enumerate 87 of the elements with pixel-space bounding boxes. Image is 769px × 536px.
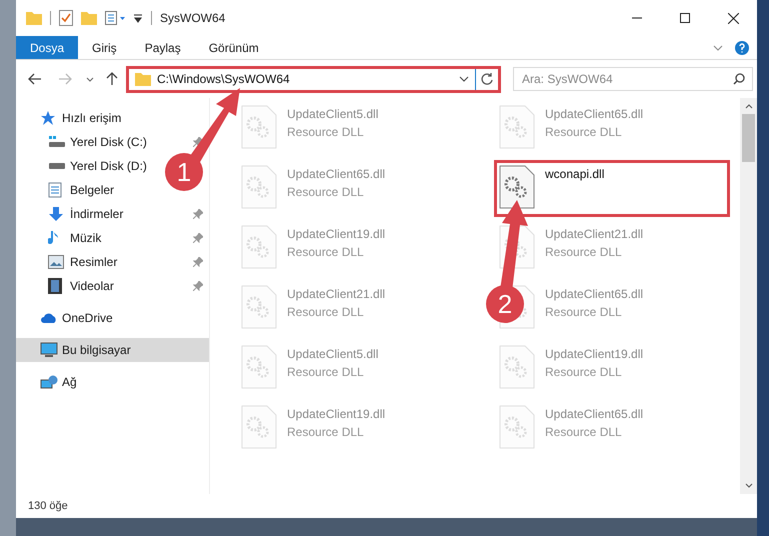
film-icon	[48, 278, 62, 294]
search-icon[interactable]	[733, 73, 745, 85]
document-icon	[48, 182, 62, 198]
file-name: UpdateClient5.dll	[287, 106, 378, 123]
gear-file-icon	[241, 105, 277, 149]
file-type: Resource DLL	[545, 124, 623, 141]
item-count: 130 öğe	[28, 498, 68, 514]
file-type: Resource DLL	[287, 184, 365, 201]
ribbon-tab[interactable]: Paylaş	[130, 36, 195, 59]
properties-icon[interactable]	[105, 11, 127, 25]
help-icon[interactable]	[735, 40, 749, 54]
file-name: UpdateClient19.dll	[287, 406, 386, 423]
pin-icon[interactable]	[193, 209, 203, 219]
sidebar-item[interactable]: Resimler	[70, 253, 118, 271]
gear-file-icon	[241, 285, 277, 329]
gear-file-icon	[241, 165, 277, 209]
file-name: wconapi.dll	[545, 166, 604, 183]
dropdown-caret-icon[interactable]	[459, 76, 469, 82]
sidebar-item[interactable]: Yerel Disk (D:)	[70, 157, 147, 175]
picture-icon	[48, 255, 64, 269]
file-type: Resource DLL	[287, 364, 365, 381]
pin-icon[interactable]	[193, 137, 203, 147]
file-name: UpdateClient65.dll	[545, 106, 644, 123]
file-type: Resource DLL	[287, 124, 365, 141]
expand-ribbon-icon[interactable]	[713, 44, 723, 50]
gear-file-icon	[241, 225, 277, 269]
gear-file-icon	[499, 345, 535, 389]
address-path: C:\Windows\SysWOW64	[157, 71, 291, 88]
gear-file-icon	[241, 345, 277, 389]
file-name: UpdateClient19.dll	[545, 346, 644, 363]
scroll-thumb[interactable]	[742, 114, 755, 162]
scrollbar[interactable]	[740, 98, 757, 494]
gear-file-icon	[499, 405, 535, 449]
file-type: Resource DLL	[545, 364, 623, 381]
window-title: SysWOW64	[160, 10, 226, 27]
gear-file-icon	[499, 105, 535, 149]
gear-file-icon	[241, 405, 277, 449]
file-name: UpdateClient5.dll	[287, 346, 378, 363]
file-name: UpdateClient65.dll	[545, 406, 644, 423]
ribbon-tab[interactable]: Giriş	[78, 36, 131, 59]
sidebar-item[interactable]: Bu bilgisayar	[62, 341, 131, 359]
sidebar-item[interactable]: Yerel Disk (C:)	[70, 133, 147, 151]
file-type: Resource DLL	[545, 244, 623, 261]
pin-icon[interactable]	[193, 233, 203, 243]
file-type: Resource DLL	[287, 424, 365, 441]
file-type: Resource DLL	[287, 304, 365, 321]
maximize-icon[interactable]	[680, 13, 690, 23]
address-field[interactable]: C:\Windows\SysWOW64	[126, 66, 501, 92]
cloud-icon	[40, 312, 58, 324]
sidebar-item[interactable]: OneDrive	[62, 309, 113, 327]
drive-icon	[48, 162, 66, 170]
recent-caret-icon[interactable]	[86, 76, 94, 82]
download-arrow-icon	[48, 206, 64, 222]
scroll-down-icon[interactable]	[744, 483, 752, 488]
up-arrow-icon[interactable]	[106, 72, 118, 86]
gear-file-icon	[499, 165, 535, 209]
customize-caret-icon[interactable]	[133, 13, 143, 23]
file-type: Resource DLL	[545, 304, 623, 321]
search-field[interactable]: Ara: SysWOW64	[513, 67, 753, 91]
music-note-icon	[48, 230, 60, 246]
sidebar-item[interactable]: İndirmeler	[70, 205, 124, 223]
ribbon-tab[interactable]: Dosya	[16, 36, 78, 59]
checklist-icon[interactable]	[59, 10, 73, 26]
sidebar-item[interactable]: Ağ	[62, 373, 77, 391]
file-type: Resource DLL	[545, 424, 623, 441]
close-icon[interactable]	[728, 12, 739, 24]
file-name: UpdateClient19.dll	[287, 226, 386, 243]
file-name: UpdateClient21.dll	[287, 286, 386, 303]
network-icon	[40, 374, 58, 390]
drive-icon	[48, 135, 66, 149]
star-icon	[40, 110, 56, 126]
back-arrow-icon[interactable]	[28, 73, 42, 85]
scroll-up-icon[interactable]	[744, 104, 752, 109]
refresh-icon[interactable]	[480, 72, 494, 86]
file-name: UpdateClient65.dll	[287, 166, 386, 183]
pin-icon[interactable]	[193, 281, 203, 291]
sidebar-item[interactable]: Belgeler	[70, 181, 114, 199]
sidebar-item[interactable]: Hızlı erişim	[62, 109, 122, 127]
ribbon-tab[interactable]: Görünüm	[194, 36, 273, 59]
folder-icon	[135, 72, 151, 86]
file-name: UpdateClient21.dll	[545, 226, 644, 243]
pin-icon[interactable]	[193, 257, 203, 267]
monitor-icon	[40, 342, 58, 358]
file-type: Resource DLL	[287, 244, 365, 261]
sidebar-item[interactable]: Müzik	[70, 229, 102, 247]
sidebar-item[interactable]: Videolar	[70, 277, 114, 295]
file-name: UpdateClient65.dll	[545, 286, 644, 303]
